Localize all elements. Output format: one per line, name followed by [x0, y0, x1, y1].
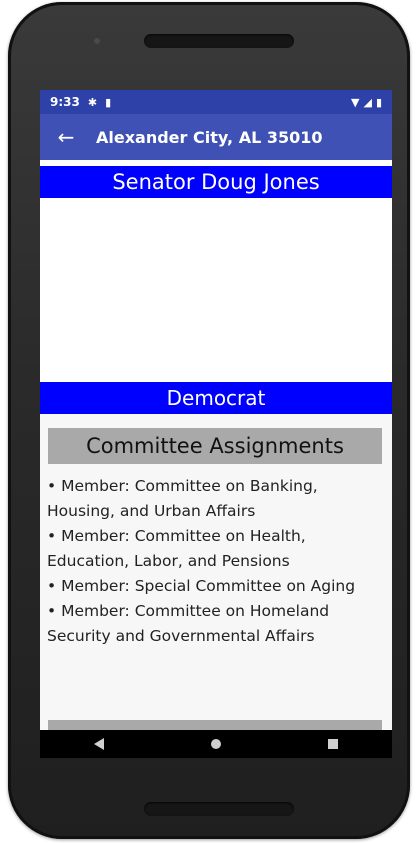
gear-icon: ✱ [87, 95, 98, 109]
senator-name-banner: Senator Doug Jones [40, 166, 392, 198]
list-item: • Member: Committee on Health, Education… [47, 527, 306, 570]
wifi-icon: ▼ [351, 95, 360, 109]
nav-home-icon[interactable] [210, 739, 221, 749]
status-bar: 9:33 ✱ ▮ ▼ ◢ ▮ [40, 90, 392, 114]
committee-heading-text: Committee Assignments [86, 434, 344, 458]
app-bar: ← Alexander City, AL 35010 [40, 114, 392, 160]
senator-photo-area [40, 198, 392, 382]
bottom-speaker [144, 802, 294, 816]
top-speaker [144, 34, 294, 48]
nav-back-icon[interactable] [93, 738, 104, 750]
battery-icon: ▮ [375, 95, 382, 109]
list-item: • Member: Special Committee on Aging [47, 577, 356, 595]
committee-list: • Member: Committee on Banking, Housing,… [47, 474, 385, 649]
sd-card-icon: ▮ [105, 95, 112, 109]
list-item: • Member: Committee on Banking, Housing,… [47, 477, 318, 520]
committee-section: Committee Assignments • Member: Committe… [40, 414, 392, 730]
signal-icon: ◢ [363, 95, 372, 109]
senator-name: Senator Doug Jones [112, 170, 320, 194]
party-label: Democrat [166, 386, 266, 410]
next-section-header [48, 720, 382, 730]
status-time: 9:33 [50, 95, 80, 109]
status-right-icons: ▼ ◢ ▮ [351, 96, 382, 109]
arrow-left-icon[interactable]: ← [48, 125, 84, 149]
navigation-bar [40, 730, 392, 758]
page-title: Alexander City, AL 35010 [96, 127, 323, 147]
front-camera [94, 38, 100, 44]
nav-recents-icon[interactable] [328, 739, 339, 749]
phone-frame: 9:33 ✱ ▮ ▼ ◢ ▮ ← Alexander City, AL 3501… [8, 2, 410, 839]
list-item: • Member: Committee on Homeland Security… [47, 602, 330, 645]
committee-heading: Committee Assignments [48, 428, 382, 464]
party-banner: Democrat [40, 382, 392, 414]
device-screen: 9:33 ✱ ▮ ▼ ◢ ▮ ← Alexander City, AL 3501… [40, 90, 392, 758]
